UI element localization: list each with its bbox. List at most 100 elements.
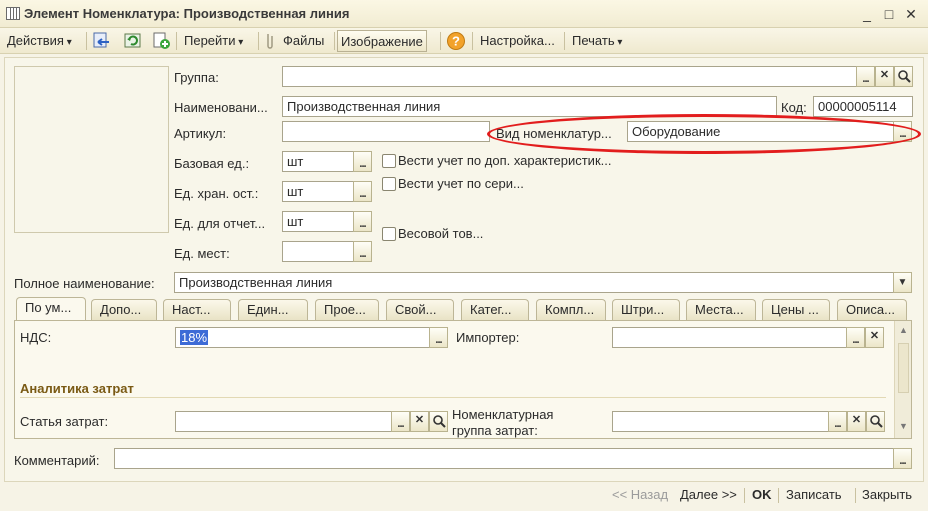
group-select-button[interactable]: ... [856,66,875,87]
group-label: Группа: [174,70,219,85]
full-name-dropdown-button[interactable]: ▼ [893,272,912,293]
characteristics-checkbox-label: Вести учет по доп. характеристик... [398,153,612,168]
comment-label: Комментарий: [14,453,100,468]
toolbar-separator [86,32,87,50]
importer-clear-icon[interactable]: ✕ [865,327,884,348]
group-field[interactable] [282,66,857,87]
cost-group-label-line1: Номенклатурная [452,407,554,422]
tab-kits[interactable]: Компл... [536,299,606,320]
settings-button[interactable]: Настройка... [477,30,558,52]
report-unit-field[interactable]: шт [282,211,354,232]
print-menu[interactable]: Печать [569,30,625,52]
code-field[interactable]: 00000005114 [813,96,913,117]
scroll-thumb[interactable] [898,343,909,393]
toolbar-separator [564,32,565,50]
cost-item-search-icon[interactable] [429,411,448,432]
base-unit-select-button[interactable]: ... [353,151,372,172]
code-label: Код: [781,100,807,115]
name-label: Наименовани... [174,100,268,115]
article-label: Артикул: [174,126,227,141]
cost-group-clear-icon[interactable]: ✕ [847,411,866,432]
minimize-button[interactable]: _ [858,5,876,23]
cost-group-search-icon[interactable] [866,411,885,432]
goto-menu[interactable]: Перейти [181,30,246,52]
actions-menu[interactable]: Действия [4,30,75,52]
series-checkbox-label: Вести учет по сери... [398,176,524,191]
cost-group-select-button[interactable]: ... [828,411,847,432]
full-name-label: Полное наименование: [14,276,155,291]
tab-units[interactable]: Един... [238,299,308,320]
cost-item-field[interactable] [175,411,392,432]
tab-prices[interactable]: Цены ... [762,299,830,320]
storage-unit-select-button[interactable]: ... [353,181,372,202]
app-icon [6,7,20,20]
tab-description[interactable]: Описа... [837,299,907,320]
red-highlight-ellipse [487,114,921,154]
bottom-separator [855,488,856,503]
image-placeholder[interactable] [14,66,169,233]
tab-projects[interactable]: Прое... [315,299,379,320]
places-unit-field[interactable] [282,241,354,262]
storage-unit-field[interactable]: шт [282,181,354,202]
scroll-up-icon[interactable]: ▲ [896,323,911,338]
close-button[interactable]: Закрыть [862,487,912,503]
base-unit-field[interactable]: шт [282,151,354,172]
ok-button[interactable]: OK [752,487,772,503]
back-button[interactable]: << Назад [612,487,668,503]
tab-additional[interactable]: Допо... [91,299,157,320]
cost-group-field[interactable] [612,411,829,432]
window-title: Элемент Номенклатура: Производственная л… [24,6,350,21]
article-field[interactable] [282,121,490,142]
toolbar-separator [472,32,473,50]
weight-checkbox-label: Весовой тов... [398,226,484,241]
close-window-button[interactable]: ✕ [902,5,920,23]
full-name-field[interactable]: Производственная линия [174,272,894,293]
importer-select-button[interactable]: ... [846,327,865,348]
files-button[interactable]: Файлы [280,30,327,52]
tab-places[interactable]: Места... [686,299,756,320]
save-button[interactable]: Записать [786,487,842,503]
series-checkbox[interactable] [382,177,396,191]
maximize-button[interactable]: □ [880,5,898,23]
cost-item-select-button[interactable]: ... [391,411,410,432]
tab-settings[interactable]: Наст... [163,299,231,320]
bottom-separator [744,488,745,503]
scroll-down-icon[interactable]: ▼ [896,419,911,434]
base-unit-label: Базовая ед.: [174,156,250,171]
cost-group-label: Номенклатурная группа затрат: [452,407,553,439]
group-search-icon[interactable] [894,66,913,87]
comment-field[interactable] [114,448,894,469]
bottom-separator [778,488,779,503]
tab-categories[interactable]: Катег... [461,299,529,320]
group-clear-icon[interactable]: ✕ [875,66,894,87]
vat-field[interactable]: 18% [175,327,430,348]
tab-scrollbar[interactable]: ▲ ▼ [894,321,911,438]
vat-select-button[interactable]: ... [429,327,448,348]
save-exit-icon[interactable] [92,31,112,51]
report-unit-label: Ед. для отчет... [174,216,266,231]
storage-unit-label: Ед. хран. ост.: [174,186,259,201]
comment-select-button[interactable]: ... [893,448,912,469]
refresh-icon[interactable] [123,31,143,51]
next-button[interactable]: Далее >> [680,487,737,503]
places-unit-select-button[interactable]: ... [353,241,372,262]
image-button[interactable]: Изображение [337,30,427,52]
importer-label: Импортер: [456,330,520,345]
tab-default[interactable]: По ум... [16,297,86,320]
section-divider [20,397,886,398]
help-icon[interactable]: ? [446,31,466,51]
svg-text:?: ? [452,34,460,49]
vat-value-selected: 18% [180,330,209,345]
weight-checkbox[interactable] [382,227,396,241]
copy-add-icon[interactable] [152,31,172,51]
paperclip-icon[interactable] [263,31,277,51]
vat-label: НДС: [20,330,52,345]
toolbar-separator [334,32,335,50]
tab-barcodes[interactable]: Штри... [612,299,680,320]
cost-item-clear-icon[interactable]: ✕ [410,411,429,432]
characteristics-checkbox[interactable] [382,154,396,168]
importer-field[interactable] [612,327,847,348]
report-unit-select-button[interactable]: ... [353,211,372,232]
tab-properties[interactable]: Свой... [386,299,454,320]
section-title: Аналитика затрат [20,381,134,396]
